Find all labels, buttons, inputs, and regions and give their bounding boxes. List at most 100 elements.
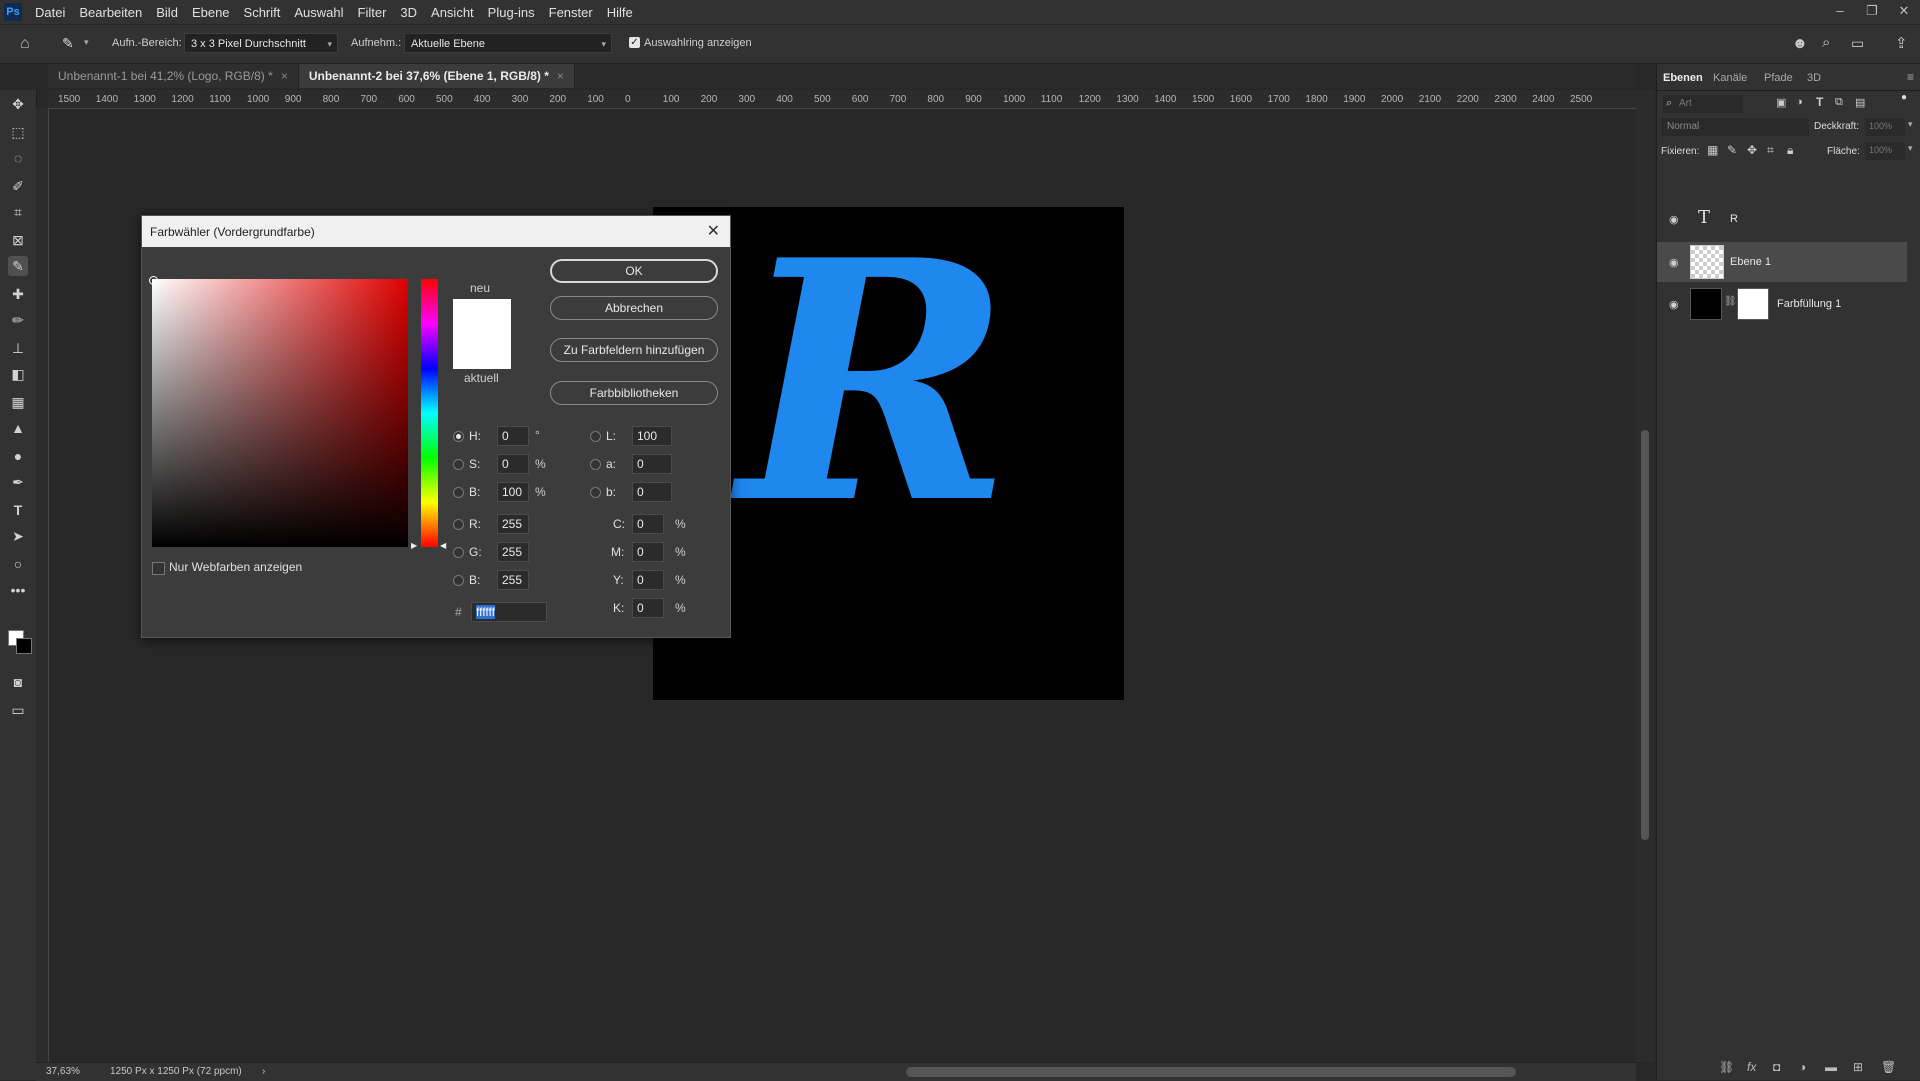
gradient-tool-icon[interactable]: ▦: [8, 392, 28, 412]
menu-auswahl[interactable]: Auswahl: [287, 5, 350, 20]
share-icon[interactable]: ⇪: [1895, 34, 1908, 52]
radio-brightness[interactable]: [453, 487, 464, 498]
lock-artboard-icon[interactable]: ⌗: [1767, 143, 1774, 158]
tab-kanaele[interactable]: Kanäle: [1713, 72, 1747, 84]
visibility-eye-icon[interactable]: ◉: [1669, 298, 1679, 311]
doc-tab-unbenannt-2[interactable]: Unbenannt-2 bei 37,6% (Ebene 1, RGB/8) *…: [298, 64, 575, 88]
radio-a[interactable]: [590, 459, 601, 470]
chevron-down-icon[interactable]: ▾: [1908, 143, 1913, 154]
healing-tool-icon[interactable]: ✚: [8, 284, 28, 304]
m-field[interactable]: 0: [632, 542, 664, 562]
menu-plugins[interactable]: Plug-ins: [481, 5, 542, 20]
more-tools-icon[interactable]: •••: [8, 580, 28, 600]
color-libraries-button[interactable]: Farbbibliotheken: [550, 381, 718, 405]
blue-field[interactable]: 255: [497, 570, 529, 590]
filter-toggle-icon[interactable]: ●: [1901, 92, 1907, 103]
hue-slider[interactable]: [421, 279, 438, 547]
radio-h[interactable]: [453, 431, 464, 442]
adjustment-layer-icon[interactable]: ◑: [1799, 1060, 1806, 1074]
tab-3d[interactable]: 3D: [1807, 72, 1821, 84]
pen-tool-icon[interactable]: ✒: [8, 472, 28, 492]
share-user-icon[interactable]: ☻: [1792, 35, 1808, 52]
opacity-field[interactable]: 100%: [1865, 118, 1905, 136]
saturation-brightness-field[interactable]: [149, 276, 408, 547]
cancel-button[interactable]: Abbrechen: [550, 296, 718, 320]
menu-bearbeiten[interactable]: Bearbeiten: [72, 5, 149, 20]
path-select-tool-icon[interactable]: ➤: [8, 526, 28, 546]
layer-row-ebene-1[interactable]: ◉ Ebene 1: [1657, 242, 1907, 282]
radio-s[interactable]: [453, 459, 464, 470]
tab-ebenen[interactable]: Ebenen: [1663, 72, 1703, 84]
home-icon[interactable]: ⌂: [20, 35, 30, 53]
visibility-eye-icon[interactable]: ◉: [1669, 213, 1679, 226]
search-icon[interactable]: ⌕: [1822, 34, 1830, 51]
blur-tool-icon[interactable]: ▲: [8, 418, 28, 438]
c-field[interactable]: 0: [632, 514, 664, 534]
fx-icon[interactable]: fx: [1747, 1060, 1756, 1074]
radio-g[interactable]: [453, 547, 464, 558]
chevron-right-icon[interactable]: ›: [262, 1066, 265, 1077]
lab-b-field[interactable]: 0: [632, 482, 672, 502]
workspace-icon[interactable]: ▭: [1851, 35, 1864, 52]
fill-field[interactable]: 100%: [1865, 142, 1905, 160]
blend-mode-select[interactable]: Normal: [1661, 118, 1809, 136]
panel-menu-icon[interactable]: ≡: [1907, 70, 1914, 84]
visibility-eye-icon[interactable]: ◉: [1669, 256, 1679, 269]
radio-lab-b[interactable]: [590, 487, 601, 498]
menu-3d[interactable]: 3D: [393, 5, 424, 20]
link-layers-icon[interactable]: ⛓: [1719, 1060, 1734, 1074]
radio-blue[interactable]: [453, 575, 464, 586]
l-field[interactable]: 100: [632, 426, 672, 446]
scroll-thumb[interactable]: [906, 1067, 1516, 1077]
quick-mask-icon[interactable]: ◙: [8, 672, 28, 692]
restore-icon[interactable]: ❐: [1856, 0, 1888, 24]
chevron-down-icon[interactable]: ▾: [84, 37, 89, 48]
filter-smart-object-icon[interactable]: ▤: [1855, 96, 1865, 109]
stamp-tool-icon[interactable]: ⊥: [8, 338, 28, 358]
eyedropper-icon[interactable]: ✎: [62, 35, 74, 52]
lock-pixels-icon[interactable]: ✎: [1727, 143, 1737, 157]
filter-adjustment-icon[interactable]: ◑: [1796, 96, 1803, 108]
menu-ansicht[interactable]: Ansicht: [424, 5, 481, 20]
layer-row-r[interactable]: ◉ T R: [1657, 200, 1907, 238]
color-picker-cursor[interactable]: [149, 276, 158, 285]
add-to-swatches-button[interactable]: Zu Farbfeldern hinzufügen: [550, 338, 718, 362]
lock-all-icon[interactable]: 🔒︎: [1787, 143, 1793, 158]
close-window-icon[interactable]: ✕: [1888, 0, 1920, 24]
new-layer-icon[interactable]: ⊞: [1853, 1060, 1863, 1074]
trash-icon[interactable]: 🗑︎: [1881, 1060, 1896, 1074]
add-mask-icon[interactable]: ◘: [1773, 1060, 1780, 1074]
y-field[interactable]: 0: [632, 570, 664, 590]
tab-pfade[interactable]: Pfade: [1764, 72, 1793, 84]
crop-tool-icon[interactable]: ⌗: [8, 202, 28, 222]
horizontal-scrollbar[interactable]: [276, 1063, 1626, 1081]
menu-hilfe[interactable]: Hilfe: [600, 5, 640, 20]
sample-layer-select[interactable]: Aktuelle Ebene ▾: [404, 33, 612, 53]
marquee-tool-icon[interactable]: ⬚: [8, 122, 28, 142]
screen-mode-icon[interactable]: ▭: [8, 700, 28, 720]
dodge-tool-icon[interactable]: ●: [8, 446, 28, 466]
k-field[interactable]: 0: [632, 598, 664, 618]
menu-fenster[interactable]: Fenster: [542, 5, 600, 20]
show-ring-checkbox[interactable]: ✓: [629, 37, 640, 48]
chevron-down-icon[interactable]: ▾: [1908, 119, 1913, 130]
ok-button[interactable]: OK: [550, 259, 718, 283]
brush-tool-icon[interactable]: ✏: [8, 310, 28, 330]
filter-type-icon[interactable]: T: [1816, 95, 1823, 109]
move-tool-icon[interactable]: ✥: [8, 94, 28, 114]
doc-tab-unbenannt-1[interactable]: Unbenannt-1 bei 41,2% (Logo, RGB/8) * ×: [48, 64, 299, 88]
vertical-scrollbar[interactable]: [1636, 90, 1654, 1062]
filter-pixel-icon[interactable]: ▣: [1776, 96, 1786, 109]
menu-ebene[interactable]: Ebene: [185, 5, 237, 20]
eraser-tool-icon[interactable]: ◧: [8, 364, 28, 384]
hex-field[interactable]: ffffff: [471, 602, 547, 622]
menu-datei[interactable]: Datei: [28, 5, 72, 20]
quick-select-tool-icon[interactable]: ✐: [8, 176, 28, 196]
web-colors-checkbox[interactable]: [152, 562, 165, 575]
a-field[interactable]: 0: [632, 454, 672, 474]
r-field[interactable]: 255: [497, 514, 529, 534]
brightness-field[interactable]: 100: [497, 482, 529, 502]
lasso-tool-icon[interactable]: ◌: [8, 148, 28, 168]
ellipse-tool-icon[interactable]: ○: [8, 554, 28, 574]
layer-filter-search[interactable]: ⌕ Art: [1663, 95, 1743, 113]
